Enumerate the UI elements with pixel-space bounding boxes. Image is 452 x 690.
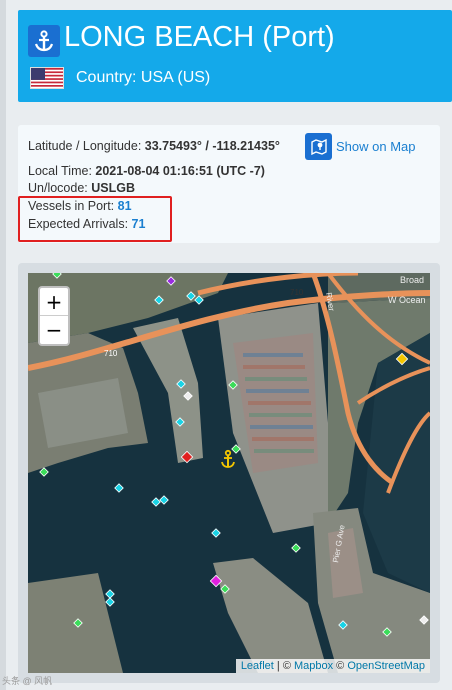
road-label: 710 [104, 349, 118, 358]
zoom-control: + − [38, 286, 70, 346]
watermark: 头条 @ 风帆 [2, 676, 53, 686]
local-time-row: Local Time: 2021-08-04 01:16:51 (UTC -7) [28, 164, 265, 178]
road-label: Broad [400, 275, 424, 285]
latlon-value: 33.75493° / -118.21435° [144, 139, 280, 153]
attribution-separator: © [333, 660, 348, 672]
port-map[interactable]: 710 710 Pier G Ave W Ocean Broad River +… [28, 273, 430, 673]
latlon-label: Latitude / Longitude: [28, 139, 142, 153]
show-on-map-button[interactable]: Show on Map [305, 133, 416, 160]
attribution-separator: | © [273, 660, 294, 672]
zoom-out-button[interactable]: − [40, 316, 68, 344]
mapbox-link[interactable]: Mapbox [294, 660, 333, 672]
local-time-label: Local Time: [28, 164, 92, 178]
road-label: 710 [290, 288, 304, 297]
latlon-row: Latitude / Longitude: 33.75493° / -118.2… [28, 139, 280, 153]
map-panel: 710 710 Pier G Ave W Ocean Broad River +… [18, 263, 440, 683]
openstreetmap-link[interactable]: OpenStreetMap [347, 660, 425, 672]
anchor-icon [28, 25, 60, 57]
unlocode-value: USLGB [91, 181, 135, 195]
map-attribution: Leaflet | © Mapbox © OpenStreetMap [235, 659, 430, 673]
page-title: LONG BEACH (Port) [64, 21, 335, 53]
leaflet-link[interactable]: Leaflet [241, 660, 274, 672]
unlocode-row: Un/locode: USLGB [28, 181, 135, 195]
satellite-map-image: 710 710 Pier G Ave W Ocean Broad River [28, 273, 430, 673]
local-time-value: 2021-08-04 01:16:51 (UTC -7) [95, 164, 265, 178]
port-header: LONG BEACH (Port) Country: USA (US) [18, 10, 452, 102]
usa-flag-icon [30, 67, 64, 89]
unlocode-label: Un/locode: [28, 181, 88, 195]
page-edge-strip [0, 0, 6, 690]
map-pin-icon [305, 133, 332, 160]
zoom-in-button[interactable]: + [40, 288, 68, 316]
road-label: W Ocean [388, 295, 426, 305]
country-label: Country: USA (US) [76, 69, 211, 86]
show-on-map-label: Show on Map [336, 139, 416, 154]
highlight-box [18, 196, 172, 242]
